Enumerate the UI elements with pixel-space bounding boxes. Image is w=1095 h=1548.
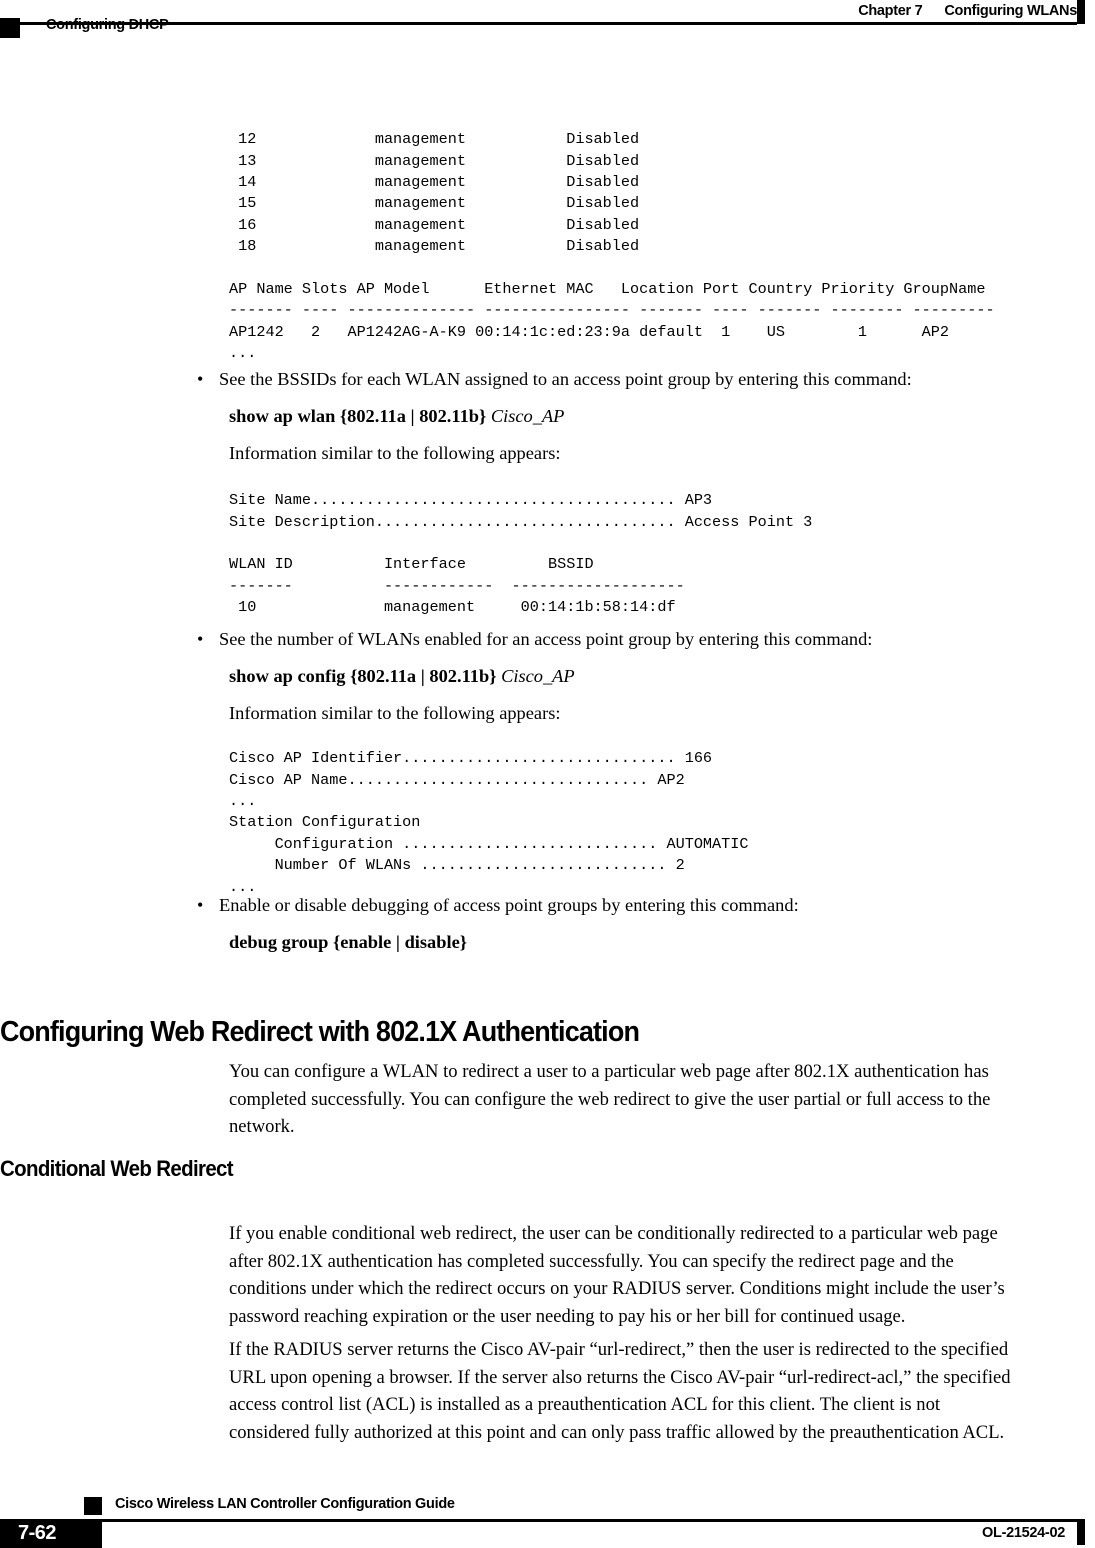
command-debug-group: debug group {enable | disable} bbox=[229, 930, 467, 954]
header-chapter-title: Configuring WLANs bbox=[944, 3, 1077, 19]
footer-document-id: OL-21524-02 bbox=[982, 1525, 1065, 1541]
command-brace-close: } bbox=[489, 666, 497, 686]
command-option-1: enable bbox=[340, 932, 392, 952]
bullet-item-bssids: • See the BSSIDs for each WLAN assigned … bbox=[197, 367, 1077, 391]
document-page: Chapter 7 Configuring WLANs Configuring … bbox=[0, 0, 1095, 1548]
paragraph-line: completed successfully. You can configur… bbox=[229, 1088, 991, 1110]
command-keyword: show ap config bbox=[229, 666, 346, 686]
command-variable: Cisco_AP bbox=[501, 666, 575, 686]
subsection-heading-conditional-web-redirect: Conditional Web Redirect bbox=[0, 1156, 234, 1181]
bullet-item-wlan-count: • See the number of WLANs enabled for an… bbox=[197, 627, 1077, 651]
section-paragraph: You can configure a WLAN to redirect a u… bbox=[229, 1058, 1095, 1141]
paragraph-line: password reaching expiration or the user… bbox=[229, 1305, 906, 1327]
subsection-paragraph-1: If you enable conditional web redirect, … bbox=[229, 1220, 1095, 1330]
command-variable: Cisco_AP bbox=[490, 406, 565, 426]
bullet-text: See the BSSIDs for each WLAN assigned to… bbox=[219, 369, 912, 389]
footer-rule bbox=[102, 1519, 1077, 1522]
command-show-ap-wlan: show ap wlan {802.11a | 802.11b} Cisco_A… bbox=[229, 404, 564, 428]
paragraph-line: conditions under which the redirect occu… bbox=[229, 1278, 1005, 1299]
footer-square-marker bbox=[84, 1497, 102, 1515]
lead-in-text-1: Information similar to the following app… bbox=[229, 443, 561, 463]
header-left-square-marker bbox=[0, 18, 20, 38]
code-block-site-bssid: Site Name...............................… bbox=[229, 491, 813, 617]
paragraph-line: after 802.1X authentication has complete… bbox=[229, 1250, 954, 1272]
header-right-tick bbox=[1077, 0, 1085, 24]
paragraph-line: If you enable conditional web redirect, … bbox=[229, 1223, 998, 1244]
command-option-1: 802.11a bbox=[357, 666, 417, 686]
command-brace-close: } bbox=[459, 932, 468, 952]
bullet-text: See the number of WLANs enabled for an a… bbox=[219, 629, 873, 649]
command-option-2: disable bbox=[404, 932, 460, 952]
paragraph-line: URL upon opening a browser. If the serve… bbox=[229, 1366, 1011, 1388]
code-block-ap-list: 12 management Disabled 13 management Dis… bbox=[229, 130, 995, 363]
running-header-right: Chapter 7 Configuring WLANs bbox=[858, 0, 1077, 22]
header-chapter: Chapter 7 bbox=[858, 3, 923, 19]
code-block-ap-config: Cisco AP Identifier.....................… bbox=[229, 749, 749, 896]
command-pipe: | bbox=[395, 932, 400, 952]
paragraph-line: network. bbox=[229, 1116, 295, 1137]
footer-page-number: 7-62 bbox=[18, 1522, 57, 1544]
footer-guide-title: Cisco Wireless LAN Controller Configurat… bbox=[115, 1496, 455, 1512]
command-pipe: | bbox=[410, 406, 415, 426]
paragraph-line: access control list (ACL) is installed a… bbox=[229, 1394, 941, 1415]
paragraph-line: You can configure a WLAN to redirect a u… bbox=[229, 1061, 989, 1082]
section-heading-web-redirect: Configuring Web Redirect with 802.1X Aut… bbox=[0, 1016, 640, 1048]
footer-right-tick bbox=[1077, 1519, 1085, 1545]
command-pipe: | bbox=[420, 666, 425, 686]
paragraph-line: considered fully authorized at this poin… bbox=[229, 1421, 1005, 1443]
command-keyword: show ap wlan bbox=[229, 406, 336, 426]
command-keyword: debug group bbox=[229, 932, 329, 952]
command-show-ap-config: show ap config {802.11a | 802.11b} Cisco… bbox=[229, 664, 575, 688]
bullet-marker-icon: • bbox=[197, 629, 204, 649]
command-brace-close: } bbox=[479, 406, 487, 426]
subsection-paragraph-2: If the RADIUS server returns the Cisco A… bbox=[229, 1336, 1095, 1446]
header-rule bbox=[14, 22, 1077, 25]
paragraph-line: If the RADIUS server returns the Cisco A… bbox=[229, 1339, 1009, 1360]
bullet-marker-icon: • bbox=[197, 369, 204, 389]
command-option-2: 802.11b bbox=[419, 406, 479, 426]
bullet-item-debug-group: • Enable or disable debugging of access … bbox=[197, 893, 1077, 917]
command-option-2: 802.11b bbox=[429, 666, 490, 686]
header-section-title: Configuring DHCP bbox=[46, 17, 169, 33]
command-option-1: 802.11a bbox=[347, 406, 406, 426]
bullet-marker-icon: • bbox=[197, 895, 204, 915]
bullet-text: Enable or disable debugging of access po… bbox=[219, 895, 799, 915]
lead-in-text-2: Information similar to the following app… bbox=[229, 703, 561, 723]
